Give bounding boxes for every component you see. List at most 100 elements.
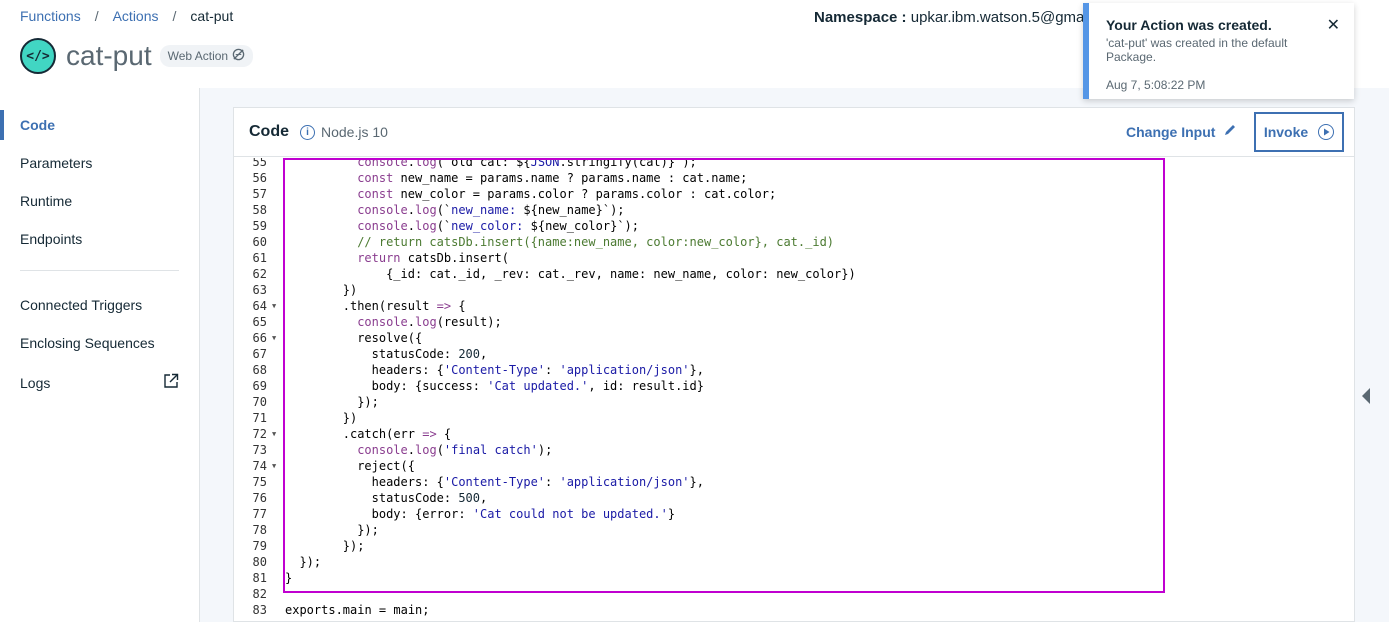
editor-code-area[interactable]: console.log(`old cat: ${JSON.stringify(c… — [285, 158, 1354, 622]
code-editor[interactable]: 55 56 57 58 59 60 61 62 63 64 ▼ 65 66 ▼ 67 68 69 70 71 72 ▼ 7… — [234, 158, 1354, 622]
page-title: cat-put — [66, 40, 152, 71]
line-number: 70 — [252, 395, 267, 409]
fold-arrow-icon[interactable]: ▼ — [272, 330, 276, 346]
web-action-badge: Web Action — [159, 45, 254, 67]
line-number: 72 — [252, 427, 267, 441]
fold-arrow-icon[interactable]: ▼ — [272, 298, 276, 314]
info-icon[interactable]: i — [300, 124, 315, 140]
line-number: 74 — [252, 459, 267, 473]
action-code-icon: </> — [20, 38, 56, 74]
toast-title: Your Action was created. — [1106, 17, 1272, 33]
fold-arrow-icon[interactable]: ▼ — [272, 426, 276, 442]
toast-message: 'cat-put' was created in the default Pac… — [1106, 36, 1288, 64]
sidebar: Code Parameters Runtime Endpoints Connec… — [0, 88, 200, 622]
web-action-badge-label: Web Action — [167, 49, 229, 63]
code-line: console.log(`new_color: ${new_color}`); — [357, 219, 639, 233]
line-number: 66 — [252, 331, 267, 345]
code-line: statusCode: 500, — [371, 491, 488, 505]
collapse-panel-arrow-icon[interactable] — [1362, 388, 1370, 404]
code-line: console.log(result); — [357, 315, 502, 329]
code-line: exports.main = main; — [285, 603, 430, 617]
sidebar-item-runtime[interactable]: Runtime — [20, 193, 72, 209]
namespace-info: Namespace : upkar.ibm.watson.5@gma — [814, 9, 1084, 26]
line-number: 71 — [252, 411, 267, 425]
code-panel-header: Code i Node.js 10 Change Input Invoke — [234, 108, 1354, 157]
runtime-info: i Node.js 10 — [300, 124, 388, 140]
sidebar-item-connected-triggers[interactable]: Connected Triggers — [20, 297, 142, 313]
code-line: body: {success: 'Cat updated.', id: resu… — [371, 379, 704, 393]
line-number: 77 — [252, 507, 267, 521]
line-number: 55 — [252, 158, 267, 169]
code-line: }) — [342, 283, 358, 297]
toast-timestamp: Aug 7, 5:08:22 PM — [1106, 78, 1206, 92]
fold-arrow-icon[interactable]: ▼ — [272, 458, 276, 474]
active-nav-indicator — [0, 110, 4, 140]
code-line: // return catsDb.insert({name:new_name, … — [357, 235, 835, 249]
code-panel-title: Code — [249, 123, 289, 140]
close-icon[interactable]: ✕ — [1327, 15, 1340, 35]
line-number: 83 — [252, 603, 267, 617]
code-line: console.log(`new_name: ${new_name}`); — [357, 203, 625, 217]
code-line: statusCode: 200, — [371, 347, 488, 361]
line-number: 59 — [252, 219, 267, 233]
code-line: headers: {'Content-Type': 'application/j… — [371, 363, 704, 377]
line-number: 82 — [252, 587, 267, 601]
runtime-label: Node.js 10 — [321, 124, 388, 140]
code-line: }) — [342, 411, 358, 425]
breadcrumb-separator: / — [94, 8, 99, 24]
sidebar-item-code[interactable]: Code — [20, 117, 55, 133]
line-number: 73 — [252, 443, 267, 457]
code-line: }); — [357, 523, 379, 537]
toast-notification: Your Action was created. 'cat-put' was c… — [1083, 3, 1354, 99]
sidebar-item-parameters[interactable]: Parameters — [20, 155, 92, 171]
line-number: 63 — [252, 283, 267, 297]
code-line: console.log('final catch'); — [357, 443, 553, 457]
line-number: 78 — [252, 523, 267, 537]
code-line: resolve({ — [357, 331, 423, 345]
line-number: 67 — [252, 347, 267, 361]
breadcrumb-separator: / — [172, 8, 177, 24]
editor-gutter: 55 56 57 58 59 60 61 62 63 64 ▼ 65 66 ▼ 67 68 69 70 71 72 ▼ 7… — [234, 158, 282, 622]
line-number: 76 — [252, 491, 267, 505]
code-line: }); — [342, 539, 365, 553]
change-input-label: Change Input — [1126, 124, 1216, 140]
code-line: reject({ — [357, 459, 415, 473]
code-line: headers: {'Content-Type': 'application/j… — [371, 475, 704, 489]
code-line: const new_name = params.name ? params.na… — [357, 171, 748, 185]
code-line: return catsDb.insert( — [357, 251, 509, 265]
code-line: const new_color = params.color ? params.… — [357, 187, 777, 201]
line-number: 81 — [252, 571, 267, 585]
breadcrumb-current: cat-put — [190, 8, 234, 24]
line-number: 60 — [252, 235, 267, 249]
line-number: 80 — [252, 555, 267, 569]
breadcrumb: Functions / Actions / cat-put — [20, 8, 233, 24]
code-line: .catch(err => { — [342, 427, 452, 441]
line-number: 75 — [252, 475, 267, 489]
invoke-button[interactable]: Invoke — [1254, 112, 1344, 152]
hidden-icon — [232, 48, 245, 64]
code-line: }); — [357, 395, 379, 409]
pencil-icon — [1223, 123, 1237, 141]
sidebar-item-enclosing-sequences[interactable]: Enclosing Sequences — [20, 335, 155, 351]
page-header: </> cat-put Web Action — [20, 38, 254, 74]
line-number: 79 — [252, 539, 267, 553]
line-number: 61 — [252, 251, 267, 265]
sidebar-divider — [20, 270, 179, 271]
code-line: } — [285, 571, 293, 585]
breadcrumb-functions-link[interactable]: Functions — [20, 8, 81, 24]
sidebar-item-endpoints[interactable]: Endpoints — [20, 231, 82, 247]
line-number: 62 — [252, 267, 267, 281]
line-number: 58 — [252, 203, 267, 217]
line-number: 56 — [252, 171, 267, 185]
namespace-value: upkar.ibm.watson.5@gma — [910, 9, 1084, 26]
sidebar-item-logs[interactable]: Logs — [20, 375, 50, 391]
line-number: 68 — [252, 363, 267, 377]
change-input-button[interactable]: Change Input — [1126, 123, 1237, 141]
invoke-label: Invoke — [1263, 124, 1309, 140]
external-link-icon[interactable] — [163, 373, 179, 389]
code-line: {_id: cat._id, _rev: cat._rev, name: new… — [386, 267, 856, 281]
breadcrumb-actions-link[interactable]: Actions — [113, 8, 159, 24]
code-line: body: {error: 'Cat could not be updated.… — [371, 507, 676, 521]
namespace-label: Namespace : — [814, 9, 907, 26]
code-panel: Code i Node.js 10 Change Input Invoke 55… — [233, 107, 1355, 622]
